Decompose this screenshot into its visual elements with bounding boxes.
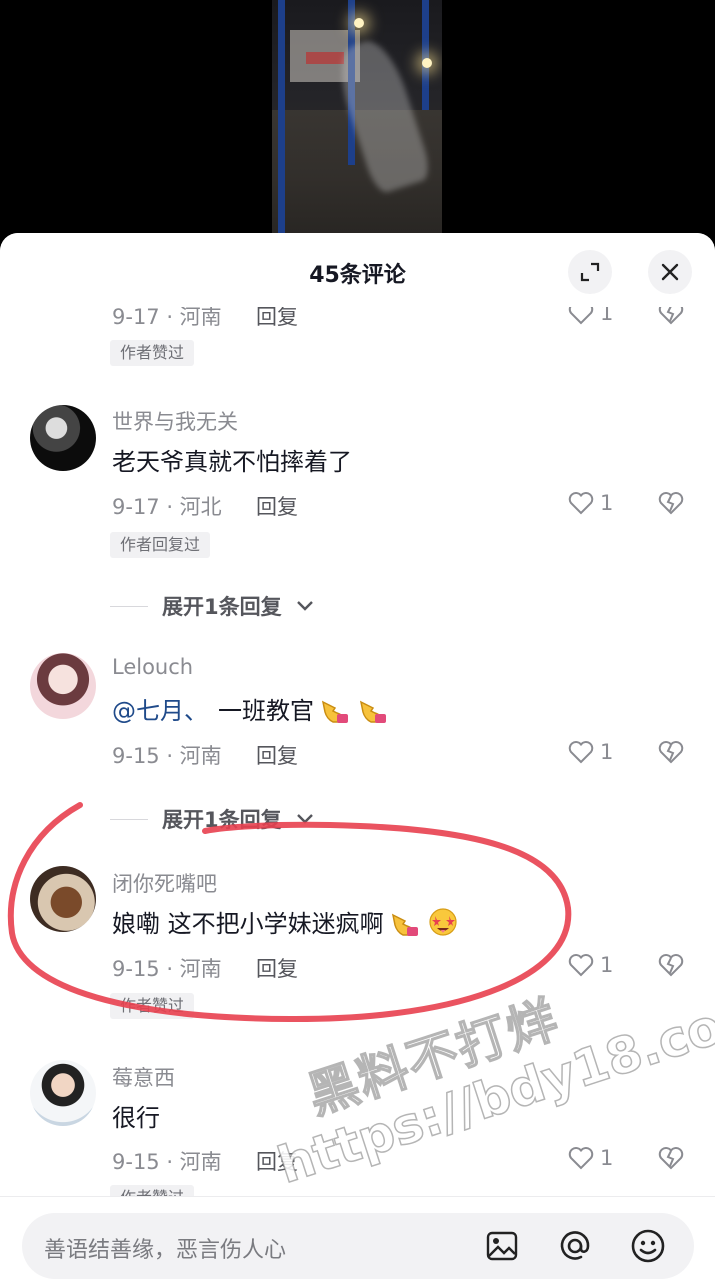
reply-button[interactable]: 回复	[256, 953, 298, 983]
chevron-down-icon	[296, 814, 313, 824]
comment-meta: 9-15 · 河南	[112, 1150, 222, 1174]
expand-replies-button[interactable]: 展开1条回复	[110, 591, 314, 621]
pointing-hand-emoji	[356, 694, 390, 724]
broken-heart-icon	[658, 492, 684, 515]
comment-username[interactable]: 莓意西	[112, 1062, 175, 1092]
dislike-button[interactable]	[658, 491, 684, 519]
comment-list[interactable]: 9-17 · 河南 回复 1 作者赞过 世界与我无关 老天爷真就不怕摔着了 9-…	[0, 233, 715, 1198]
video-frame[interactable]	[272, 0, 442, 240]
video-pole	[422, 0, 429, 110]
mention-button[interactable]	[555, 1226, 595, 1266]
author-badge: 作者赞过	[110, 993, 195, 1019]
comment-text: @七月、 一班教官	[112, 691, 390, 726]
comment-body: 一班教官	[218, 697, 314, 725]
comment-input[interactable]: 善语结善缘，恶言伤人心	[22, 1213, 694, 1279]
avatar[interactable]	[30, 653, 96, 719]
close-icon	[661, 263, 679, 281]
comment-body: 老天爷真就不怕摔着了	[112, 448, 352, 476]
broken-heart-icon	[658, 1147, 684, 1170]
divider	[110, 605, 148, 607]
like-count: 1	[600, 953, 614, 977]
broken-heart-icon	[658, 741, 684, 764]
sheet-header: 45条评论	[0, 233, 715, 307]
heart-icon	[568, 1147, 594, 1170]
like-button[interactable]: 1	[568, 953, 613, 977]
like-button[interactable]: 1	[568, 1146, 613, 1170]
smiley-icon	[631, 1229, 665, 1263]
author-badge: 作者回复过	[110, 532, 211, 558]
comment-username[interactable]: 世界与我无关	[112, 406, 238, 436]
pointing-hand-emoji	[388, 907, 422, 937]
video-sign	[306, 52, 344, 64]
dislike-button[interactable]	[658, 1146, 684, 1174]
at-icon	[560, 1231, 590, 1260]
reply-button[interactable]: 回复	[256, 1146, 298, 1176]
chevron-down-icon	[296, 601, 313, 611]
comment-text: 很行	[112, 1098, 160, 1133]
author-badge: 作者赞过	[110, 340, 195, 366]
comment-meta: 9-15 · 河南	[112, 957, 222, 981]
comment-username[interactable]: Lelouch	[112, 655, 193, 679]
comment-sheet: 9-17 · 河南 回复 1 作者赞过 世界与我无关 老天爷真就不怕摔着了 9-…	[0, 233, 715, 1280]
avatar[interactable]	[30, 1060, 96, 1126]
divider	[110, 818, 148, 820]
comment-text: 娘嘞 这不把小学妹迷疯啊	[112, 904, 460, 939]
mention-link[interactable]: @七月、	[112, 691, 208, 726]
video-light	[354, 18, 364, 28]
like-count: 1	[600, 1146, 614, 1170]
comment-input-placeholder: 善语结善缘，恶言伤人心	[44, 1238, 287, 1263]
broken-heart-icon	[658, 954, 684, 977]
video-light	[422, 58, 432, 68]
like-button[interactable]: 1	[568, 740, 613, 764]
comment-meta: 9-15 · 河南	[112, 744, 222, 768]
heart-icon	[568, 741, 594, 764]
comment-body: 娘嘞 这不把小学妹迷疯啊	[112, 910, 384, 938]
comment-input-bar: 善语结善缘，恶言伤人心	[0, 1196, 715, 1280]
heart-icon	[568, 954, 594, 977]
reply-button[interactable]: 回复	[256, 740, 298, 770]
image-button[interactable]	[482, 1226, 522, 1266]
comment-username[interactable]: 闭你死嘴吧	[112, 868, 217, 898]
comment-text: 老天爷真就不怕摔着了	[112, 442, 352, 477]
close-button[interactable]	[648, 250, 692, 294]
comment-body: 很行	[112, 1104, 160, 1132]
expand-replies-label: 展开1条回复	[162, 808, 282, 832]
heart-icon	[568, 492, 594, 515]
video-player[interactable]	[0, 0, 715, 240]
star-struck-emoji	[426, 907, 460, 937]
like-count: 1	[600, 740, 614, 764]
like-button[interactable]: 1	[568, 491, 613, 515]
expand-replies-label: 展开1条回复	[162, 595, 282, 619]
dislike-button[interactable]	[658, 740, 684, 768]
image-icon	[486, 1231, 518, 1261]
like-count: 1	[600, 491, 614, 515]
comment-meta: 9-17 · 河北	[112, 495, 222, 519]
avatar[interactable]	[30, 405, 96, 471]
dislike-button[interactable]	[658, 953, 684, 981]
video-pole	[278, 0, 285, 240]
emoji-button[interactable]	[628, 1226, 668, 1266]
expand-icon	[580, 262, 600, 282]
reply-button[interactable]: 回复	[256, 491, 298, 521]
pointing-hand-emoji	[318, 694, 352, 724]
fullscreen-button[interactable]	[568, 250, 612, 294]
avatar[interactable]	[30, 866, 96, 932]
expand-replies-button[interactable]: 展开1条回复	[110, 804, 314, 834]
